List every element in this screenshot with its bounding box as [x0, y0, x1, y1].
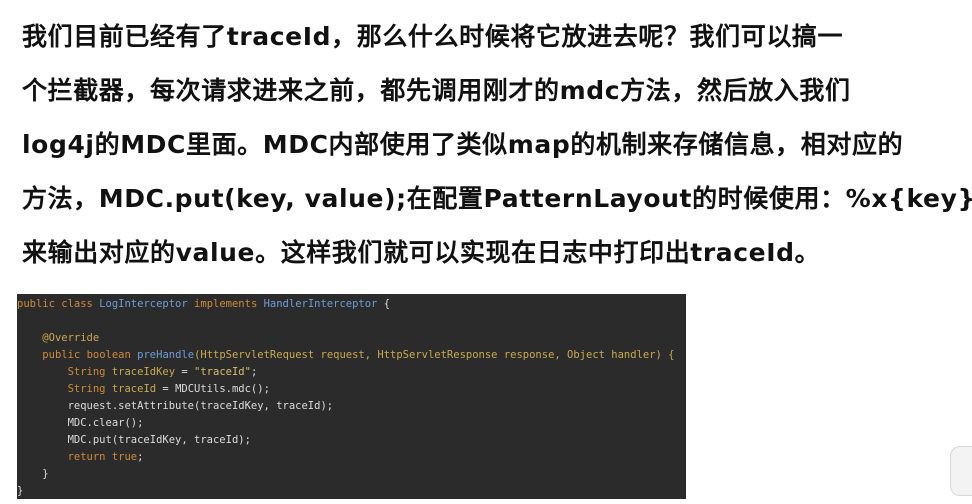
code-variable: traceId — [111, 383, 157, 395]
code-statement: MDC.clear(); — [67, 417, 144, 429]
code-line-6: String traceId = MDCUtils.mdc(); — [17, 381, 686, 398]
code-keyword-class: class — [61, 298, 93, 310]
paragraph-line-3: log4j的MDC里面。MDC内部使用了类似map的机制来存储信息，相对应的 — [22, 130, 904, 159]
paragraph-line-5: 来输出对应的value。这样我们就可以实现在日志中打印出traceId。 — [22, 238, 821, 267]
code-statement: = MDCUtils.mdc(); — [156, 383, 270, 395]
code-keyword-implements: implements — [194, 298, 258, 310]
code-keyword-public: public — [17, 298, 55, 310]
code-line-10: return true; — [17, 449, 686, 466]
code-type-string: String — [67, 383, 106, 395]
article-paragraph: 我们目前已经有了traceId，那么什么时候将它放进去呢？我们可以搞一 个拦截器… — [22, 10, 972, 280]
code-line-12: } — [17, 483, 686, 499]
code-string-literal: "traceId" — [194, 366, 251, 378]
paragraph-line-4: 方法，MDC.put(key, value);在配置PatternLayout的… — [22, 184, 972, 213]
code-annotation: @Override — [42, 332, 100, 344]
code-close-brace: } — [42, 468, 49, 480]
code-line-3: @Override — [17, 330, 686, 347]
code-line-11: } — [17, 466, 686, 483]
code-line-1: public class LogInterceptor implements H… — [17, 296, 686, 313]
code-keyword-true: true — [111, 451, 138, 463]
paragraph-line-1: 我们目前已经有了traceId，那么什么时候将它放进去呢？我们可以搞一 — [22, 22, 844, 51]
code-block: public class LogInterceptor implements H… — [17, 294, 686, 499]
code-variable: traceIdKey — [111, 366, 176, 378]
code-class-name: LogInterceptor — [99, 298, 188, 310]
code-keyword-public: public — [42, 349, 81, 361]
code-line-7: request.setAttribute(traceIdKey, traceId… — [17, 398, 686, 415]
code-open-brace: { — [383, 298, 391, 310]
paragraph-line-2: 个拦截器，每次请求进来之前，都先调用刚才的mdc方法，然后放入我们 — [22, 76, 851, 105]
code-line-4: public boolean preHandle(HttpServletRequ… — [17, 347, 686, 364]
code-semicolon: ; — [250, 366, 258, 378]
code-line-9: MDC.put(traceIdKey, traceId); — [17, 432, 686, 449]
code-method-name: preHandle — [137, 349, 195, 361]
code-interface-name: HandlerInterceptor — [263, 298, 378, 310]
code-statement: MDC.put(traceIdKey, traceId); — [67, 434, 251, 446]
code-keyword-return: return — [67, 451, 106, 463]
code-line-5: String traceIdKey = "traceId"; — [17, 364, 686, 381]
code-line-8: MDC.clear(); — [17, 415, 686, 432]
code-semicolon: ; — [137, 451, 144, 463]
code-statement: request.setAttribute(traceIdKey, traceId… — [67, 400, 334, 412]
code-assign: = — [175, 366, 195, 378]
scroll-handle[interactable] — [950, 446, 972, 496]
code-keyword-boolean: boolean — [86, 349, 131, 361]
code-method-params: (HttpServletRequest request, HttpServlet… — [194, 349, 675, 361]
code-close-brace: } — [17, 485, 24, 497]
code-type-string: String — [67, 366, 106, 378]
